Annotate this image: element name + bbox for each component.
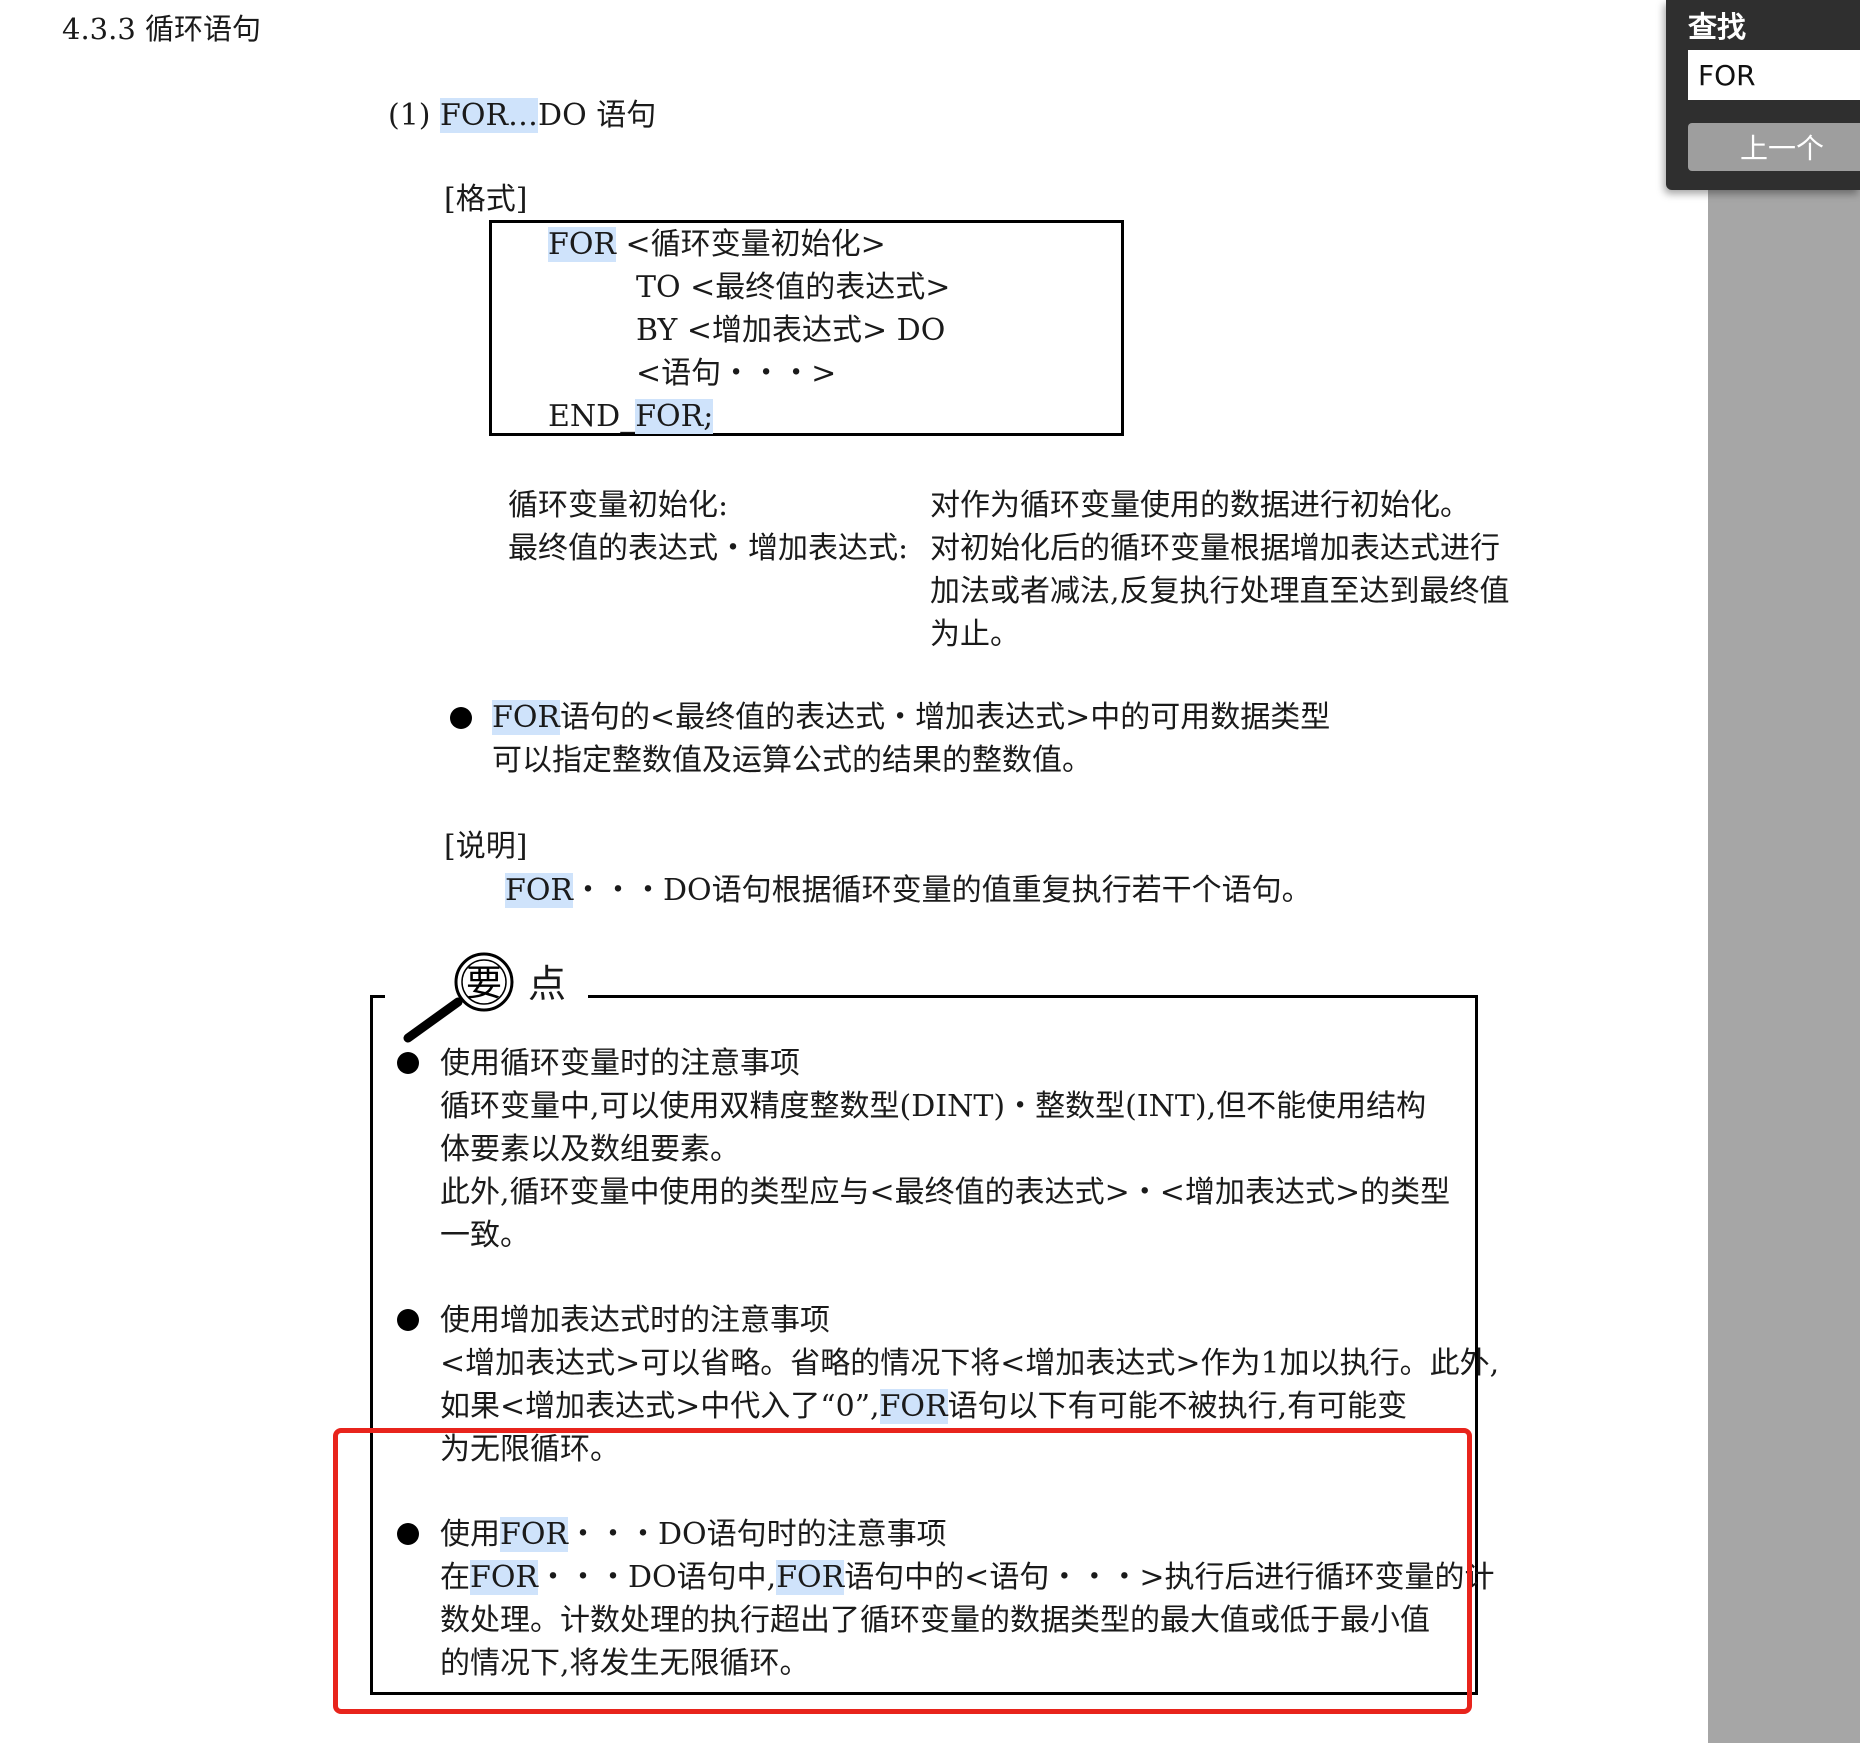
point-2-line-1: <增加表达式>可以省略。省略的情况下将<增加表达式>作为1加以执行。此外, xyxy=(440,1346,1500,1381)
search-hit: FOR; xyxy=(635,399,714,434)
document-page: 4.3.3 循环语句 (1) FOR…DO 语句 [格式] FOR <循环变量初… xyxy=(0,0,1708,1743)
subsection-number: (1) xyxy=(388,98,441,133)
search-hit: FOR… xyxy=(440,98,539,133)
point-1-line-4: 一致。 xyxy=(440,1218,530,1253)
points-title: 点 xyxy=(528,962,567,1006)
format-label: [格式] xyxy=(444,182,528,217)
magnifier-icon: 要 xyxy=(403,952,514,1043)
note-line-1: FOR语句的<最终值的表达式・增加表达式>中的可用数据类型 xyxy=(492,700,1331,735)
magnifier-char: 要 xyxy=(466,963,502,1004)
red-highlight-box xyxy=(333,1428,1472,1714)
point-2-heading: 使用增加表达式时的注意事项 xyxy=(440,1303,830,1338)
def-desc-2-line-3: 为止。 xyxy=(930,617,1020,652)
point-1-line-3: 此外,循环变量中使用的类型应与<最终值的表达式>・<增加表达式>的类型 xyxy=(440,1175,1451,1210)
def-desc-1: 对作为循环变量使用的数据进行初始化。 xyxy=(930,488,1470,523)
section-title: 4.3.3 循环语句 xyxy=(62,12,262,46)
find-title: 查找 xyxy=(1688,10,1747,44)
subsection-rest: DO 语句 xyxy=(538,98,657,133)
syntax-line-3: BY <增加表达式> DO xyxy=(636,313,946,348)
point-2-line-2: 如果<增加表达式>中代入了“0”,FOR语句以下有可能不被执行,有可能变 xyxy=(440,1389,1408,1424)
find-panel: 查找 上一个 xyxy=(1666,0,1860,190)
viewer-background xyxy=(1708,0,1860,1743)
subsection-title: (1) FOR…DO 语句 xyxy=(388,94,656,137)
point-1-heading: 使用循环变量时的注意事项 xyxy=(440,1046,800,1081)
bullet-icon xyxy=(397,1052,419,1074)
syntax-line-2: TO <最终值的表达式> xyxy=(636,270,951,305)
syntax-line-4: <语句・・・> xyxy=(636,356,837,391)
search-hit: FOR xyxy=(879,1389,948,1424)
search-hit: FOR xyxy=(492,700,560,735)
search-hit: FOR xyxy=(548,227,616,262)
bullet-icon xyxy=(397,1309,419,1331)
explain-text: FOR・・・DO语句根据循环变量的值重复执行若干个语句。 xyxy=(505,873,1312,908)
note-line-2: 可以指定整数值及运算公式的结果的整数值。 xyxy=(492,743,1092,778)
def-desc-2-line-1: 对初始化后的循环变量根据增加表达式进行 xyxy=(930,531,1500,566)
syntax-line-1: FOR <循环变量初始化> xyxy=(548,227,886,262)
def-term-1: 循环变量初始化: xyxy=(508,488,729,523)
search-hit: FOR xyxy=(505,873,573,908)
def-desc-2-line-2: 加法或者减法,反复执行处理直至达到最终值 xyxy=(930,574,1510,609)
def-term-2: 最终值的表达式・增加表达式: xyxy=(508,531,909,566)
bullet-icon xyxy=(450,707,472,729)
find-previous-button[interactable]: 上一个 xyxy=(1688,123,1860,171)
point-1-line-1: 循环变量中,可以使用双精度整数型(DINT)・整数型(INT),但不能使用结构 xyxy=(440,1089,1427,1124)
find-input[interactable] xyxy=(1688,50,1860,100)
explain-label: [说明] xyxy=(444,829,528,864)
point-1-line-2: 体要素以及数组要素。 xyxy=(440,1132,740,1167)
syntax-line-5: END_FOR; xyxy=(548,399,714,434)
